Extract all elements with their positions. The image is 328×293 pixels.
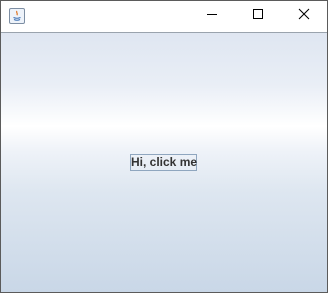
hi-click-me-button[interactable]: Hi, click me bbox=[130, 154, 197, 171]
close-button[interactable] bbox=[281, 1, 327, 31]
maximize-icon bbox=[252, 7, 264, 25]
minimize-icon bbox=[206, 7, 218, 25]
java-app-icon[interactable] bbox=[9, 8, 25, 24]
title-bar[interactable] bbox=[1, 1, 327, 31]
minimize-button[interactable] bbox=[189, 1, 235, 31]
app-window: Hi, click me bbox=[0, 0, 328, 293]
maximize-button[interactable] bbox=[235, 1, 281, 31]
close-icon bbox=[298, 7, 310, 25]
content-panel: Hi, click me bbox=[1, 32, 327, 292]
